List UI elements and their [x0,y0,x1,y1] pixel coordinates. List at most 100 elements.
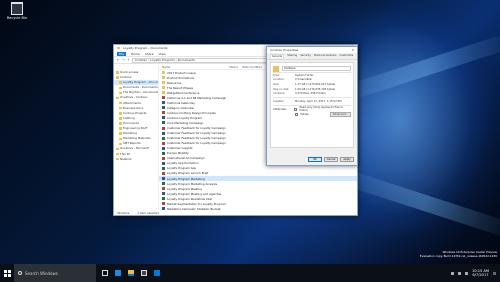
file-name: Contoso Clothing Design Principles [167,110,216,115]
document-icon [162,111,165,115]
column-name[interactable]: Name [162,65,229,69]
property-value: 1.37 GB (1,473,601,627 bytes) [295,82,336,86]
recycle-bin-label: Recycle Bin [6,16,28,20]
file-name: Customer Feedback for Loyalty Campaign [167,141,226,146]
property-value: C:\Users\Rob [295,78,312,82]
recycle-bin[interactable]: Recycle Bin [4,2,30,20]
folder-icon [116,71,119,74]
nav-item[interactable]: Network [114,157,158,162]
file-name: Widgetized Conference [167,90,200,95]
folder-icon [119,91,122,95]
folder-name-field[interactable]: Contoso [282,66,351,71]
explorer-title: Loyalty Program - Documents [123,46,168,50]
folder-icon [116,76,119,79]
file-name: Loyalty Program Marketing [167,176,205,181]
edge-browser-icon[interactable] [115,270,121,276]
file-name: Loyalty Program Meeting [167,186,202,191]
folder-icon [119,86,122,90]
ok-button[interactable]: OK [308,157,322,162]
evaluation-watermark: Windows 10 Enterprise Insider Preview Ev… [419,250,497,258]
nav-item-label: Network [120,156,132,161]
file-name: Loyalty Program Meeting and Agendas [167,191,222,196]
close-icon[interactable]: ✕ [351,47,357,53]
document-icon [162,151,165,155]
document-icon [162,146,165,150]
tab-sharing[interactable]: Sharing [287,54,297,58]
tab-general[interactable]: General [270,54,285,58]
file-name: Resources [167,80,182,85]
folder-icon [162,91,165,95]
readonly-checkbox[interactable] [294,107,298,111]
folder-icon [119,142,122,146]
navigation-pane: Quick access Contoso Loyalty Program - Doc… [114,65,159,210]
property-value: System Folder [295,73,314,77]
column-status[interactable]: Status [229,65,238,69]
document-icon [162,177,165,180]
store-icon[interactable] [141,270,147,276]
folder-icon [116,96,119,100]
ribbon-tab-view[interactable]: View [159,52,166,56]
tab-customize[interactable]: Customize [340,54,354,58]
property-value: Monday, April 17, 2017, 1:15:52 PM [295,99,342,103]
ribbon-tab-file[interactable]: File [117,51,127,56]
forward-arrow-icon[interactable]: → [122,58,125,62]
file-name: Loyalty Program Marketing Analysis [167,181,218,186]
hidden-label: Hidden [300,112,310,116]
back-arrow-icon[interactable]: ← [117,58,120,62]
file-name: California Sales Day [167,100,196,105]
properties-dialog[interactable]: Contoso Properties ✕ General Sharing Sec… [266,46,358,166]
file-name: Market Segmentation for Loyalty Program [167,201,226,206]
document-icon [162,141,165,145]
file-name: Contoso Loyalty Program [167,115,203,120]
document-icon [162,96,165,100]
cancel-button[interactable]: Cancel [324,157,338,162]
task-view-icon[interactable] [102,270,108,276]
battery-icon[interactable] [464,271,468,275]
folder-icon [273,65,279,72]
explorer-status-bar: 40 items 1 item selected [114,210,357,215]
property-key: Location: [273,78,285,82]
document-icon [162,121,165,125]
file-name: California 4-1 and 68 Marketing Campaign [167,95,227,100]
ribbon-tab-home[interactable]: Home [131,52,140,56]
file-explorer-icon[interactable] [128,270,134,276]
file-name: Europe Mobility [167,151,189,156]
document-icon [162,192,165,196]
hidden-checkbox[interactable] [295,112,298,116]
volume-icon[interactable] [457,271,461,275]
property-value: 1.09 GB (1,176,035,328 bytes) [295,87,336,91]
selection-count: 1 item selected [137,210,159,215]
notifications-icon[interactable] [493,271,496,275]
document-icon [162,126,165,130]
property-key: Size on disk: [273,87,290,91]
document-icon [162,187,165,191]
tab-security[interactable]: Security [300,54,311,58]
clock[interactable]: 10:15 AM 6/7/2017 [472,269,489,277]
folder-icon [119,127,122,130]
folder-icon [119,81,122,84]
folder-icon [119,132,122,135]
file-name: Core Marketing Campaign [167,120,204,125]
folder-icon [119,112,122,115]
folder-icon [119,117,122,120]
property-row: Created: Monday, April 17, 2017, 1:15:52 … [273,99,351,104]
start-button[interactable] [0,264,14,282]
watermark-line: Evaluation copy. Build 14352.rs1_release… [419,253,497,258]
document-icon [162,182,165,186]
advanced-button[interactable]: Advanced... [329,111,351,117]
ribbon-tab-share[interactable]: Share [145,52,154,56]
tab-previous-versions[interactable]: Previous Versions [314,54,337,58]
taskbar-search-box[interactable]: Search Windows [14,264,96,282]
dialog-buttons: OK Cancel Apply [308,157,354,162]
apply-button[interactable]: Apply [340,157,354,162]
properties-title: Contoso Properties [270,48,299,52]
file-name: Loyalty Program App [167,166,197,171]
network-icon[interactable] [450,271,454,275]
up-arrow-icon[interactable]: ↑ [127,58,130,62]
divider [273,96,351,98]
folder-icon [162,76,165,80]
property-key: Type: [273,73,280,77]
property-key: Size: [273,82,280,86]
mail-icon[interactable] [154,270,160,276]
document-icon [162,101,165,105]
